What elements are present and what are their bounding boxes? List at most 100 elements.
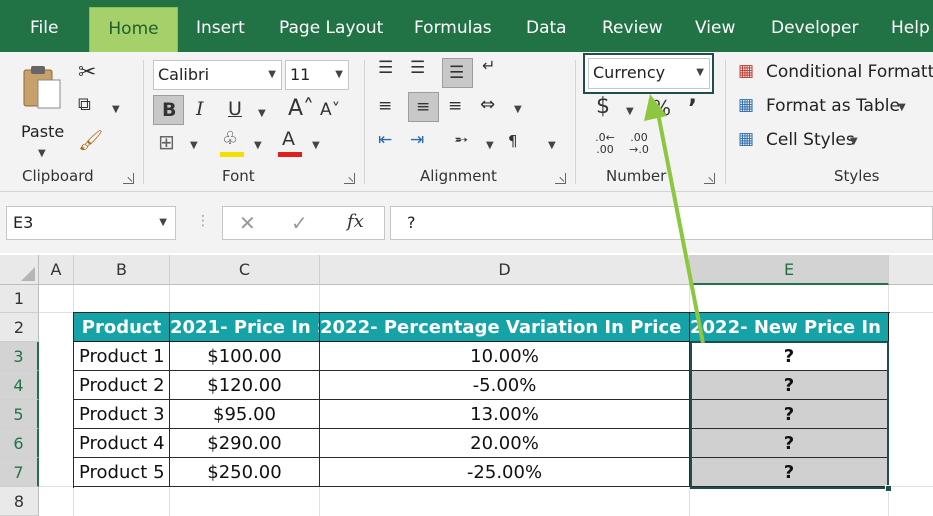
tab-file[interactable]: File <box>30 0 58 52</box>
wrap-text-icon[interactable]: ↵ <box>482 58 495 74</box>
table-cell-b3[interactable]: Product 1 <box>74 342 170 371</box>
align-center-button[interactable]: ≡ <box>408 92 439 122</box>
column-header-c[interactable]: C <box>170 255 320 285</box>
header-cell-product[interactable]: Product <box>74 313 170 342</box>
fill-color-button[interactable]: ♧ <box>218 130 248 160</box>
decrease-indent-icon[interactable]: ⇤ <box>378 132 392 149</box>
column-header-f[interactable] <box>889 255 933 285</box>
fill-handle[interactable] <box>885 485 892 492</box>
tab-view[interactable]: View <box>695 0 735 52</box>
currency-button[interactable]: $ <box>596 96 610 118</box>
format-as-table-button[interactable]: ▦ Format as Table ▼ <box>738 94 933 122</box>
row-header-1[interactable]: 1 <box>0 285 39 313</box>
table-cell-b7[interactable]: Product 5 <box>74 458 170 487</box>
tab-page-layout[interactable]: Page Layout <box>279 0 383 52</box>
copy-icon[interactable]: ⧉ <box>78 96 91 114</box>
name-box[interactable]: E3 ▼ <box>6 206 176 240</box>
table-cell-b4[interactable]: Product 2 <box>74 371 170 400</box>
tab-developer[interactable]: Developer <box>771 0 858 52</box>
column-header-b[interactable]: B <box>74 255 170 285</box>
chevron-down-icon[interactable]: ▼ <box>626 106 634 117</box>
tab-insert[interactable]: Insert <box>196 0 245 52</box>
cut-icon[interactable]: ✂ <box>78 62 96 84</box>
borders-icon[interactable]: ⊞ <box>158 132 175 152</box>
orientation-icon[interactable]: ➵ <box>454 132 468 149</box>
insert-function-icon[interactable]: fx <box>347 213 364 231</box>
row-header-4[interactable]: 4 <box>0 371 39 400</box>
chevron-down-icon[interactable]: ▼ <box>548 140 556 151</box>
font-size-select[interactable]: 11 ▼ <box>285 60 349 90</box>
table-cell-c6[interactable]: $290.00 <box>170 429 320 458</box>
align-middle-icon[interactable]: ☰ <box>410 60 425 77</box>
table-cell-e5[interactable]: ? <box>690 400 889 429</box>
row-header-5[interactable]: 5 <box>0 400 39 429</box>
chevron-down-icon[interactable]: ▼ <box>254 140 262 151</box>
chevron-down-icon[interactable]: ▼ <box>486 140 494 151</box>
number-launcher-icon[interactable] <box>704 173 715 184</box>
bold-button[interactable]: B <box>153 95 184 125</box>
clipboard-launcher-icon[interactable] <box>123 173 134 184</box>
header-cell-2021-price[interactable]: 2021- Price In $ <box>170 313 320 342</box>
chevron-down-icon[interactable]: ▼ <box>112 104 120 115</box>
formula-input[interactable]: ? <box>390 206 933 240</box>
align-left-icon[interactable]: ≡ <box>378 98 392 115</box>
comma-style-button[interactable]: ’ <box>688 96 697 120</box>
chevron-down-icon[interactable]: ▼ <box>190 140 198 151</box>
column-header-e[interactable]: E <box>690 255 889 285</box>
table-cell-d3[interactable]: 10.00% <box>320 342 690 371</box>
row-header-2[interactable]: 2 <box>0 313 39 342</box>
header-cell-new-price[interactable]: 2022- New Price In $ <box>690 313 889 342</box>
table-cell-e3[interactable]: ? <box>690 342 889 371</box>
table-cell-d7[interactable]: -25.00% <box>320 458 690 487</box>
table-cell-d6[interactable]: 20.00% <box>320 429 690 458</box>
tab-help[interactable]: Help <box>891 0 930 52</box>
table-cell-d4[interactable]: -5.00% <box>320 371 690 400</box>
align-bottom-button[interactable]: ☰ <box>442 58 473 88</box>
cell-styles-button[interactable]: ▦ Cell Styles ▼ <box>738 128 933 156</box>
merge-center-icon[interactable]: ⇔ <box>480 96 495 114</box>
table-cell-e6[interactable]: ? <box>690 429 889 458</box>
row-header-6[interactable]: 6 <box>0 429 39 458</box>
drag-handle-icon[interactable]: ⋮ <box>196 214 210 228</box>
tab-review[interactable]: Review <box>602 0 663 52</box>
tab-data[interactable]: Data <box>526 0 567 52</box>
paste-button[interactable]: Paste ▼ <box>14 60 70 160</box>
font-launcher-icon[interactable] <box>344 173 355 184</box>
select-all-button[interactable] <box>0 255 39 285</box>
align-right-icon[interactable]: ≡ <box>448 98 462 115</box>
table-cell-e4[interactable]: ? <box>690 371 889 400</box>
table-cell-c5[interactable]: $95.00 <box>170 400 320 429</box>
increase-font-icon[interactable]: A˄ <box>288 98 314 120</box>
row-header-7[interactable]: 7 <box>0 458 39 487</box>
chevron-down-icon[interactable]: ▼ <box>312 140 320 151</box>
table-cell-c7[interactable]: $250.00 <box>170 458 320 487</box>
chevron-down-icon[interactable]: ▼ <box>159 207 167 239</box>
increase-decimal-button[interactable]: .0← .00 <box>592 132 618 156</box>
decrease-decimal-button[interactable]: .00 →.0 <box>626 132 652 156</box>
column-header-a[interactable]: A <box>39 255 74 285</box>
number-format-select[interactable]: Currency ▼ <box>588 58 710 89</box>
cancel-icon[interactable]: ✕ <box>239 213 256 233</box>
chevron-down-icon[interactable]: ▼ <box>514 104 522 115</box>
percent-button[interactable]: % <box>652 98 671 118</box>
align-top-icon[interactable]: ☰ <box>378 60 393 77</box>
row-header-3[interactable]: 3 <box>0 342 39 371</box>
decrease-font-icon[interactable]: A˅ <box>320 102 340 119</box>
row-header-8[interactable]: 8 <box>0 487 39 516</box>
font-color-button[interactable]: A <box>276 130 306 160</box>
table-cell-b6[interactable]: Product 4 <box>74 429 170 458</box>
table-cell-e7[interactable]: ? <box>690 458 889 487</box>
header-cell-variation[interactable]: 2022- Percentage Variation In Price (%) <box>320 313 690 342</box>
table-cell-b5[interactable]: Product 3 <box>74 400 170 429</box>
table-cell-d5[interactable]: 13.00% <box>320 400 690 429</box>
conditional-formatting-button[interactable]: ▦ Conditional Formatting <box>738 60 933 88</box>
alignment-launcher-icon[interactable] <box>555 173 566 184</box>
table-cell-c4[interactable]: $120.00 <box>170 371 320 400</box>
tab-formulas[interactable]: Formulas <box>414 0 492 52</box>
paragraph-direction-icon[interactable]: ¶ <box>508 134 518 149</box>
table-cell-c3[interactable]: $100.00 <box>170 342 320 371</box>
underline-button[interactable]: U <box>228 100 242 119</box>
italic-button[interactable]: I <box>196 100 204 119</box>
enter-icon[interactable]: ✓ <box>291 213 308 233</box>
format-painter-icon[interactable]: 🖌 <box>78 130 103 150</box>
